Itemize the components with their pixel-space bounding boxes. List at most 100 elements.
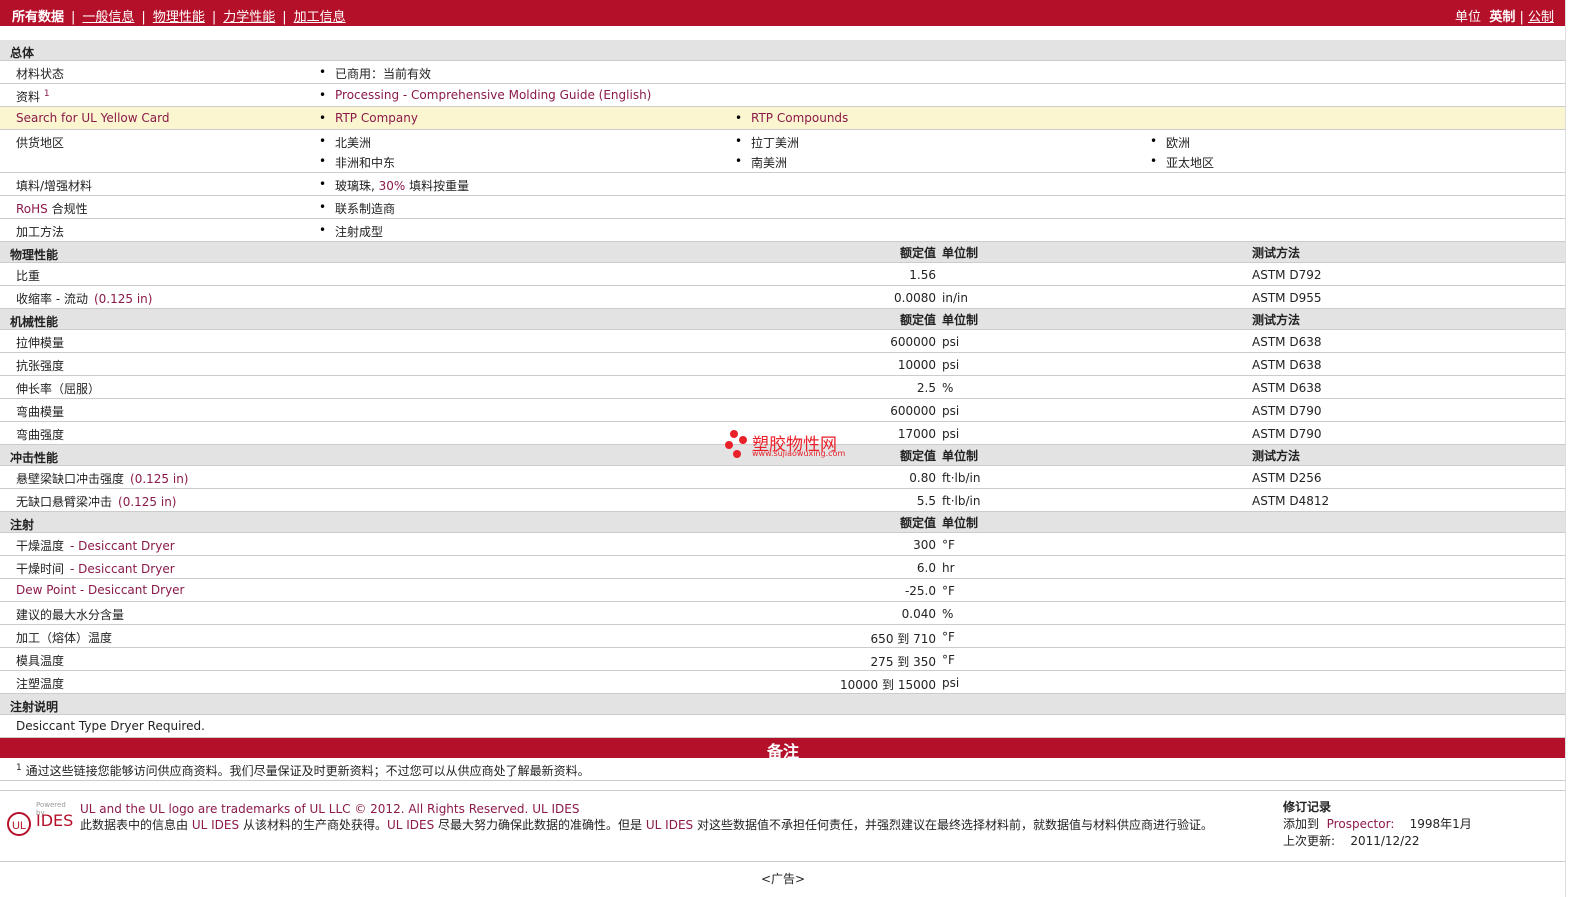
ul-yellow-card-link[interactable]: Search for UL Yellow Card <box>16 111 169 125</box>
row-unit: % <box>942 381 954 395</box>
svg-text:UL: UL <box>12 820 26 832</box>
table-row: 拉伸模量 600000 psi ASTM D638 <box>0 330 1566 353</box>
row-unit: psi <box>942 335 960 349</box>
row-injection-note: Desiccant Type Dryer Required. <box>0 715 1566 738</box>
row-test-method: ASTM D638 <box>1252 335 1322 349</box>
row-label: 弯曲强度 <box>16 428 65 442</box>
table-row: 干燥温度 - Desiccant Dryer 300 °F <box>0 533 1566 556</box>
row-test-method: ASTM D638 <box>1252 381 1322 395</box>
section-header-injection: 注射 额定值 单位制 <box>0 512 1566 533</box>
unit-switch: 单位 英制 | 公制 <box>1455 10 1554 25</box>
row-label: 拉伸模量 <box>16 336 65 350</box>
row-regions: 供货地区 北美洲 拉丁美洲 欧洲 非洲和中东 南美洲 亚太地区 <box>0 130 1566 173</box>
row-test-method: ASTM D256 <box>1252 471 1322 485</box>
row-label: 建议的最大水分含量 <box>16 608 125 622</box>
unit-metric[interactable]: 公制 <box>1528 10 1554 25</box>
row-label: 无缺口悬臂梁冲击 (0.125 in) <box>16 495 177 509</box>
row-value: 300 <box>913 538 936 552</box>
region-item: 拉丁美洲 <box>735 134 799 151</box>
row-resources: 资料 1 Processing - Comprehensive Molding … <box>0 84 1566 107</box>
table-row: 模具温度 275 到 350 °F <box>0 648 1566 671</box>
section-header-mechanical: 机械性能 额定值 单位制 测试方法 <box>0 309 1566 330</box>
row-value: 6.0 <box>916 561 936 575</box>
row-unit: hr <box>942 561 955 575</box>
scrollbar[interactable] <box>1565 0 1586 897</box>
row-unit: psi <box>942 427 960 441</box>
region-item: 南美洲 <box>735 154 787 171</box>
row-label: 材料状态 <box>16 67 65 81</box>
row-value: 联系制造商 <box>319 200 395 217</box>
row-value: 17000 <box>897 427 936 441</box>
section-header-general: 总体 <box>0 40 1566 61</box>
row-label: 干燥温度 - Desiccant Dryer <box>16 539 175 553</box>
rtp-compounds-link[interactable]: RTP Compounds <box>735 111 848 125</box>
row-value: 玻璃珠, 30% 填料按重量 <box>319 177 469 194</box>
table-row: 注塑温度 10000 到 15000 psi <box>0 671 1566 694</box>
region-item: 欧洲 <box>1150 134 1190 151</box>
row-label: 收缩率 - 流动 (0.125 in) <box>16 292 153 306</box>
injection-note-text: Desiccant Type Dryer Required. <box>16 719 205 733</box>
table-row: 建议的最大水分含量 0.040% <box>0 602 1566 625</box>
tab-all-data[interactable]: 所有数据 <box>12 10 64 25</box>
row-label: 悬壁梁缺口冲击强度 (0.125 in) <box>16 472 189 486</box>
row-value: 5.5 <box>916 494 936 508</box>
row-unit: ft·lb/in <box>942 471 981 485</box>
row-unit: °F <box>942 584 955 598</box>
impact-rows: 悬壁梁缺口冲击强度 (0.125 in) 0.80 ft·lb/in ASTM D256… <box>0 466 1566 512</box>
physical-rows: 比重 1.56 ASTM D792 收缩率 - 流动 (0.125 in) 0.0080 i… <box>0 263 1566 309</box>
tab-physical[interactable]: 物理性能 <box>153 10 205 25</box>
ul-icon: UL <box>7 812 31 836</box>
row-value: 650 到 710 <box>870 632 936 646</box>
prospector-link[interactable]: Prospector: <box>1327 817 1395 831</box>
table-row: 弯曲模量 600000 psi ASTM D790 <box>0 399 1566 422</box>
unit-imperial[interactable]: 英制 <box>1489 10 1515 25</box>
ul-ides-link[interactable]: UL IDES <box>532 802 579 816</box>
row-value: 600000 <box>890 335 936 349</box>
row-test-method: ASTM D790 <box>1252 427 1322 441</box>
table-row: 悬壁梁缺口冲击强度 (0.125 in) 0.80 ft·lb/in ASTM D256 <box>0 466 1566 489</box>
row-label: 弯曲模量 <box>16 405 65 419</box>
revision-history: 修订记录 添加到 Prospector: 1998年1月 上次更新: 2011/… <box>1283 800 1472 848</box>
row-label: 伸长率（屈服） <box>16 382 101 396</box>
row-unit: % <box>942 607 954 621</box>
table-row: 抗张强度 10000 psi ASTM D638 <box>0 353 1566 376</box>
tab-mechanical[interactable]: 力学性能 <box>223 10 275 25</box>
row-value: -25.0 <box>904 584 936 598</box>
tab-processing[interactable]: 加工信息 <box>294 10 346 25</box>
top-nav-bar: 所有数据 | 一般信息 | 物理性能 | 力学性能 | 加工信息 单位 英制 | 公制 <box>0 0 1566 26</box>
row-value: 600000 <box>890 404 936 418</box>
row-unit: in/in <box>942 291 968 305</box>
row-material-status: 材料状态 已商用：当前有效 <box>0 61 1566 84</box>
row-value: 1.56 <box>909 268 936 282</box>
row-label: 填料/增强材料 <box>16 179 93 193</box>
row-label: 干燥时间 - Desiccant Dryer <box>16 562 175 576</box>
row-rohs: RoHS 合规性 联系制造商 <box>0 196 1566 219</box>
row-value: 0.040 <box>901 607 936 621</box>
row-test-method: ASTM D955 <box>1252 291 1322 305</box>
row-value: 0.0080 <box>894 291 936 305</box>
row-label: 比重 <box>16 269 41 283</box>
row-filler: 填料/增强材料 玻璃珠, 30% 填料按重量 <box>0 173 1566 196</box>
row-unit: psi <box>942 676 960 690</box>
region-item: 非洲和中东 <box>319 154 395 171</box>
row-test-method: ASTM D638 <box>1252 358 1322 372</box>
footer-text: UL and the UL logo are trademarks of UL … <box>80 802 1213 832</box>
row-value: 已商用：当前有效 <box>319 65 431 82</box>
table-row: 无缺口悬臂梁冲击 (0.125 in) 5.5 ft·lb/in ASTM D4812 <box>0 489 1566 512</box>
row-test-method: ASTM D792 <box>1252 268 1322 282</box>
row-unit: psi <box>942 404 960 418</box>
rtp-company-link[interactable]: RTP Company <box>319 111 418 125</box>
row-value: 2.5 <box>916 381 936 395</box>
tab-general-info[interactable]: 一般信息 <box>82 10 134 25</box>
row-value: 275 到 350 <box>870 655 936 669</box>
injection-rows: 干燥温度 - Desiccant Dryer 300 °F 干燥时间 - Desiccan… <box>0 533 1566 694</box>
datasheet-table: 总体 材料状态 已商用：当前有效 资料 1 Processing - Compr… <box>0 40 1566 781</box>
row-label: 供货地区 <box>16 136 65 150</box>
table-row: Dew Point - Desiccant Dryer -25.0 °F <box>0 579 1566 602</box>
table-row: 收缩率 - 流动 (0.125 in) 0.0080 in/in ASTM D955 <box>0 286 1566 309</box>
row-unit: psi <box>942 358 960 372</box>
molding-guide-link[interactable]: Processing - Comprehensive Molding Guide… <box>319 88 651 102</box>
row-unit: °F <box>942 538 955 552</box>
unit-label: 单位 <box>1455 10 1482 25</box>
watermark-url: www.sujiaowuxing.com <box>752 449 846 458</box>
